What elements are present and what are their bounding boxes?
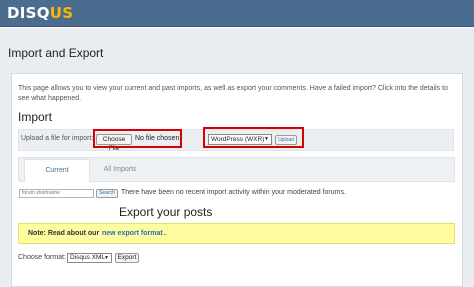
top-bar: DISQUS bbox=[0, 0, 474, 27]
no-activity-message: There have been no recent import activit… bbox=[121, 189, 346, 196]
intro-text: This page allows you to view your curren… bbox=[18, 85, 448, 102]
forum-shortname-input[interactable]: forum shortname bbox=[19, 189, 94, 198]
choose-format-label: Choose format: bbox=[18, 254, 66, 261]
search-button[interactable]: Search bbox=[96, 189, 118, 198]
disqus-logo[interactable]: DISQUS bbox=[7, 4, 73, 22]
export-heading: Export your posts bbox=[119, 205, 213, 219]
format-upload-highlight-box bbox=[203, 127, 304, 148]
page-title: Import and Export bbox=[8, 46, 104, 60]
tab-all-imports[interactable]: All Imports bbox=[95, 160, 145, 180]
export-format-select[interactable]: Disqus XML ▼ bbox=[67, 253, 112, 263]
export-note-text: Note: Read about our bbox=[28, 230, 100, 237]
logo-accent-text: US bbox=[49, 4, 74, 22]
export-note-suffix: . bbox=[164, 230, 166, 237]
export-format-link[interactable]: new export format bbox=[102, 230, 163, 237]
file-input-highlight-box bbox=[93, 129, 182, 148]
upload-label: Upload a file for import: bbox=[21, 135, 94, 142]
export-button[interactable]: Export bbox=[115, 253, 139, 263]
tab-current[interactable]: Current bbox=[24, 159, 90, 182]
chevron-down-icon: ▼ bbox=[104, 255, 109, 261]
import-heading: Import bbox=[18, 110, 53, 124]
logo-text: DISQ bbox=[7, 4, 50, 22]
export-format-value: Disqus XML bbox=[70, 254, 106, 261]
